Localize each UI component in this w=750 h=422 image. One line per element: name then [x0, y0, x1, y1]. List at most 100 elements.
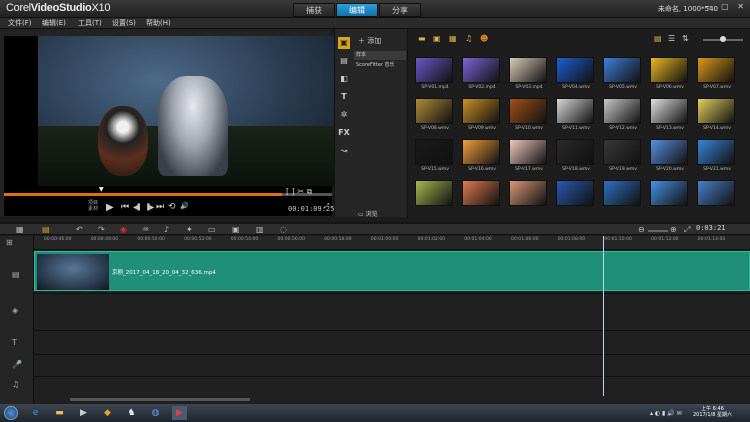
time-remap-icon[interactable]: ◌ — [280, 225, 287, 234]
smile-icon[interactable]: ☻ — [480, 34, 488, 43]
instant-project-icon[interactable]: ▤ — [338, 55, 350, 67]
sort-icon[interactable]: ⇅ — [682, 34, 689, 43]
tab-edit[interactable]: 编辑 — [336, 3, 378, 17]
library-thumbnail[interactable] — [697, 180, 735, 206]
fit-project-icon[interactable]: ⤢ — [684, 225, 690, 235]
volume-icon[interactable]: 🔊 — [180, 202, 189, 210]
library-thumbnail[interactable] — [462, 98, 500, 124]
library-thumbnail[interactable] — [556, 180, 594, 206]
library-thumbnail[interactable] — [650, 139, 688, 165]
overlay-track-icon[interactable]: ◈ — [12, 306, 18, 315]
library-thumbnail[interactable] — [415, 57, 453, 83]
menu-file[interactable]: 文件(F) — [8, 18, 32, 29]
library-thumbnail[interactable] — [415, 98, 453, 124]
next-frame-icon[interactable]: ▐▶ — [145, 204, 154, 211]
music-track-icon[interactable]: ♫ — [12, 380, 19, 389]
zoom-in-icon[interactable]: ⊕ — [670, 225, 677, 234]
menu-edit[interactable]: 编辑(E) — [42, 18, 66, 29]
view-list-icon[interactable]: ☰ — [668, 34, 675, 43]
voice-track-icon[interactable]: 🎤 — [12, 360, 22, 369]
library-thumbnail[interactable] — [556, 139, 594, 165]
split-screen-icon[interactable]: ▥ — [256, 225, 264, 234]
graphic-icon[interactable]: ✲ — [338, 109, 350, 121]
trim-markers[interactable]: [ ] ✂ ⧉ — [286, 187, 312, 197]
start-button[interactable] — [4, 406, 18, 420]
library-thumbnail[interactable] — [603, 98, 641, 124]
library-thumbnail[interactable] — [509, 180, 547, 206]
globe-icon[interactable]: ◍ — [148, 406, 163, 420]
video-clip[interactable]: 京剧_2017_04_18_20_04_32_636.mp4 — [34, 251, 750, 291]
library-thumbnail[interactable] — [509, 57, 547, 83]
media-player-icon[interactable]: ▶ — [76, 406, 91, 420]
fx-icon[interactable]: FX — [338, 127, 350, 139]
library-thumbnail[interactable] — [650, 98, 688, 124]
library-thumbnail[interactable] — [509, 98, 547, 124]
zoom-out-icon[interactable]: ⊖ — [638, 225, 645, 234]
window-controls[interactable]: — ▢ ✕ — [705, 2, 747, 11]
timeline-view-icon[interactable]: ▤ — [42, 225, 50, 234]
home-icon[interactable]: ⏮ — [121, 202, 129, 212]
timeline-ruler[interactable]: 00:00:46:00 00:00:48:00 00:00:50:00 00:00:5… — [34, 236, 750, 250]
menu-settings[interactable]: 设置(S) — [112, 18, 136, 29]
library-thumbnail[interactable] — [650, 57, 688, 83]
timeline-scrollbar[interactable] — [70, 398, 250, 401]
system-tray[interactable]: ▴ ◐ ▮ 🔊 ✉ — [650, 410, 682, 417]
end-icon[interactable]: ⏭ — [156, 202, 164, 212]
library-thumbnail[interactable] — [509, 139, 547, 165]
library-thumbnail[interactable] — [415, 180, 453, 206]
browse-button[interactable]: ▭ 浏览 — [358, 209, 378, 218]
tab-capture[interactable]: 捕获 — [293, 3, 335, 17]
library-thumbnail[interactable] — [556, 57, 594, 83]
storyboard-view-icon[interactable]: ▦ — [16, 225, 24, 234]
player-timecode[interactable]: 00:01:09:25 — [288, 205, 334, 213]
motion-tracking-icon[interactable]: ✦ — [186, 225, 193, 234]
thumb-size-handle[interactable] — [720, 36, 726, 42]
app-icon[interactable]: ◆ — [100, 406, 115, 420]
ie-icon[interactable]: e — [28, 406, 43, 420]
transition-icon[interactable]: ◧ — [338, 73, 350, 85]
library-thumbnail[interactable] — [603, 139, 641, 165]
folder-icon[interactable]: ▬ — [418, 34, 426, 43]
clock[interactable]: 上午 6:46 2017/1/8 星期六 — [693, 406, 732, 418]
media-icon[interactable]: ▣ — [338, 37, 350, 49]
library-thumbnail[interactable] — [603, 180, 641, 206]
zoom-slider[interactable] — [648, 230, 668, 232]
menu-tools[interactable]: 工具(T) — [78, 18, 102, 29]
library-thumbnail[interactable] — [556, 98, 594, 124]
undo-icon[interactable]: ↶ — [76, 225, 83, 234]
library-thumbnail[interactable] — [415, 139, 453, 165]
show-audio-icon[interactable]: ♫ — [465, 34, 472, 43]
library-thumbnail[interactable] — [697, 57, 735, 83]
track-manager-icon[interactable]: ⊞ — [6, 238, 13, 247]
library-thumbnail[interactable] — [697, 98, 735, 124]
library-thumbnail[interactable] — [697, 139, 735, 165]
record-icon[interactable]: ◉ — [120, 225, 127, 234]
menu-help[interactable]: 帮助(H) — [146, 18, 171, 29]
show-video-icon[interactable]: ▣ — [433, 34, 441, 43]
video-track-icon[interactable]: ▤ — [12, 270, 20, 279]
title-icon[interactable]: T — [338, 91, 350, 103]
tab-share[interactable]: 分享 — [379, 3, 421, 17]
view-thumbnails-icon[interactable]: ▤ — [654, 34, 662, 43]
library-thumbnail[interactable] — [603, 57, 641, 83]
repeat-icon[interactable]: ⟲ — [168, 202, 176, 212]
path-icon[interactable]: ↝ — [338, 145, 350, 157]
prev-frame-icon[interactable]: ◀▌ — [133, 204, 142, 211]
videostudio-task-icon[interactable]: ▶ — [172, 406, 187, 420]
library-thumbnail[interactable] — [462, 57, 500, 83]
folder-item-scorefitter[interactable]: ScoreFitter 音乐 — [354, 61, 406, 70]
scrubber-handle-icon[interactable]: ▼ — [99, 186, 104, 193]
auto-music-icon[interactable]: ♪ — [164, 225, 169, 234]
video-preview[interactable] — [4, 36, 336, 216]
add-folder-button[interactable]: ＋ 添加 — [358, 36, 381, 46]
folder-item-sample[interactable]: 样本 — [354, 51, 406, 60]
timeline-timecode[interactable]: 0:03:21 — [696, 224, 726, 232]
explorer-icon[interactable]: ▬ — [52, 406, 67, 420]
playhead[interactable] — [603, 236, 604, 396]
redo-icon[interactable]: ↷ — [98, 225, 105, 234]
audio-mixer-icon[interactable]: ♒ — [142, 225, 149, 234]
multicam-icon[interactable]: ▣ — [232, 225, 240, 234]
library-thumbnail[interactable] — [462, 180, 500, 206]
play-icon[interactable]: ▶ — [106, 202, 114, 213]
subtitle-icon[interactable]: ▭ — [208, 225, 216, 234]
